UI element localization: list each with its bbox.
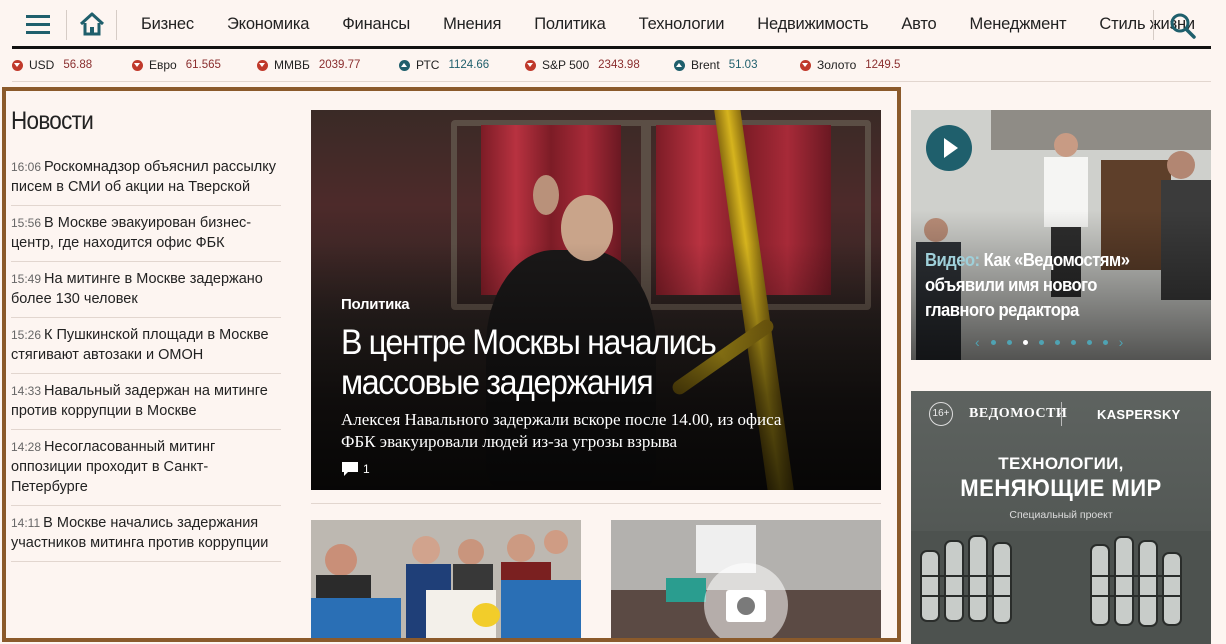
logo-divider bbox=[1061, 402, 1062, 426]
sponsor-banner[interactable]: 16+ ВЕДОМОСТИ KASPERSKY ТЕХНОЛОГИИ, МЕНЯ… bbox=[911, 391, 1211, 644]
slider-pagination: ‹ › bbox=[975, 334, 1123, 350]
ticker-value: 61.565 bbox=[185, 59, 221, 71]
arrow-up-icon bbox=[399, 59, 410, 71]
menu-icon[interactable] bbox=[26, 15, 50, 35]
slider-dot[interactable] bbox=[1086, 339, 1092, 345]
ticker-label: S&P 500 bbox=[542, 58, 590, 72]
banner-line-3: Специальный проект bbox=[1009, 509, 1113, 521]
menu-item-auto[interactable]: Авто bbox=[901, 15, 936, 34]
robot-hand-image bbox=[911, 531, 1211, 644]
banner-line-2: МЕНЯЮЩИЕ МИР bbox=[960, 475, 1162, 502]
slider-dot[interactable] bbox=[990, 339, 996, 345]
arrow-down-icon bbox=[132, 59, 143, 71]
ticker-value: 56.88 bbox=[63, 59, 93, 71]
video-label: Видео: bbox=[925, 249, 980, 270]
ticker-rts[interactable]: РТС 1124.66 bbox=[399, 58, 489, 72]
ticker-label: USD bbox=[29, 58, 55, 72]
ticker-value: 1124.66 bbox=[448, 59, 490, 71]
home-icon[interactable] bbox=[79, 12, 105, 36]
ticker-value: 1249.5 bbox=[865, 59, 901, 71]
nav-divider bbox=[66, 10, 67, 40]
ticker-usd[interactable]: USD 56.88 bbox=[12, 58, 92, 72]
ticker-label: ММВБ bbox=[274, 58, 310, 72]
menu-item-realty[interactable]: Недвижимость bbox=[757, 15, 868, 34]
slider-dot-active[interactable] bbox=[1022, 339, 1028, 345]
nav-divider bbox=[116, 10, 117, 40]
age-rating: 16+ bbox=[929, 402, 953, 426]
slider-dot[interactable] bbox=[1102, 339, 1108, 345]
ticker-micex[interactable]: ММВБ 2039.77 bbox=[257, 58, 360, 72]
menu-item-politics[interactable]: Политика bbox=[534, 15, 606, 34]
ticker-gold[interactable]: Золото 1249.5 bbox=[800, 58, 900, 72]
menu-item-finance[interactable]: Финансы bbox=[342, 15, 410, 34]
kaspersky-logo: KASPERSKY bbox=[1097, 407, 1181, 422]
top-nav: Бизнес Экономика Финансы Мнения Политика… bbox=[12, 0, 1211, 49]
ticker-label: Brent bbox=[691, 58, 720, 72]
highlight-frame bbox=[2, 87, 901, 642]
chevron-left-icon[interactable]: ‹ bbox=[975, 334, 980, 350]
video-slider[interactable]: Видео: Как «Ведомостям» объявили имя нов… bbox=[911, 110, 1211, 360]
ticker-value: 2343.98 bbox=[598, 59, 640, 71]
slider-dot[interactable] bbox=[1038, 339, 1044, 345]
menu-item-business[interactable]: Бизнес bbox=[141, 15, 194, 34]
menu-item-economy[interactable]: Экономика bbox=[227, 15, 309, 34]
main-menu: Бизнес Экономика Финансы Мнения Политика… bbox=[141, 0, 1195, 48]
ticker-label: Евро bbox=[149, 58, 177, 72]
arrow-down-icon bbox=[12, 59, 23, 71]
menu-item-management[interactable]: Менеджмент bbox=[970, 15, 1067, 34]
slider-dot[interactable] bbox=[1070, 339, 1076, 345]
slider-dot[interactable] bbox=[1054, 339, 1060, 345]
ticker-label: РТС bbox=[416, 58, 440, 72]
ticker-eur[interactable]: Евро 61.565 bbox=[132, 58, 221, 72]
play-icon[interactable] bbox=[926, 125, 972, 171]
ticker-value: 51.03 bbox=[728, 59, 758, 71]
nav-divider bbox=[1153, 10, 1154, 40]
arrow-down-icon bbox=[525, 59, 536, 71]
chevron-right-icon[interactable]: › bbox=[1119, 334, 1124, 350]
ticker-value: 2039.77 bbox=[318, 59, 361, 71]
menu-item-technology[interactable]: Технологии bbox=[639, 15, 725, 34]
vedomosti-logo: ВЕДОМОСТИ bbox=[969, 406, 1068, 421]
ticker-sp500[interactable]: S&P 500 2343.98 bbox=[525, 58, 640, 72]
menu-item-opinions[interactable]: Мнения bbox=[443, 15, 501, 34]
search-icon[interactable] bbox=[1169, 12, 1197, 40]
banner-line-1: ТЕХНОЛОГИИ, bbox=[998, 454, 1124, 473]
ticker-label: Золото bbox=[817, 58, 857, 72]
market-ticker: USD 56.88 Евро 61.565 ММВБ 2039.77 РТС 1… bbox=[12, 52, 1211, 82]
slider-dot[interactable] bbox=[1006, 339, 1012, 345]
arrow-up-icon bbox=[674, 59, 685, 71]
arrow-down-icon bbox=[800, 59, 811, 71]
video-title[interactable]: Видео: Как «Ведомостям» объявили имя нов… bbox=[925, 247, 1168, 322]
ticker-brent[interactable]: Brent 51.03 bbox=[674, 58, 757, 72]
arrow-down-icon bbox=[257, 59, 268, 71]
